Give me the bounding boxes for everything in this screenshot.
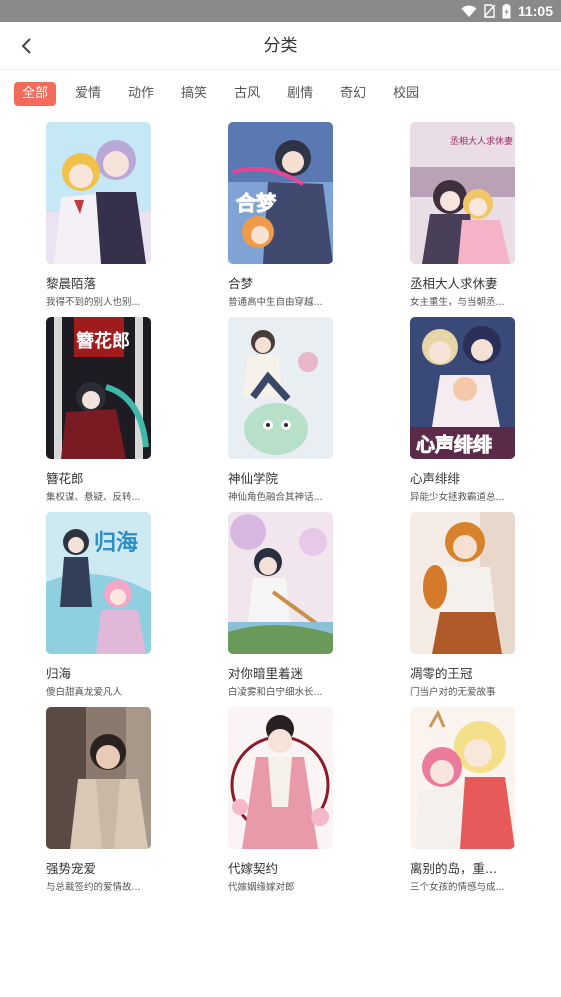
comic-title: 对你暗里着迷	[228, 666, 304, 681]
cover-logo-text: 簪花郎	[76, 330, 130, 352]
tab-all[interactable]: 全部	[14, 82, 57, 106]
status-time: 11:05	[517, 3, 553, 19]
comic-card[interactable]: 心声绯绯 心声绯绯 异能少女拯救霸道总...	[410, 317, 560, 503]
status-bar: 11:05	[0, 0, 561, 22]
tab-romance[interactable]: 爱情	[67, 82, 109, 106]
comic-card[interactable]: 凋零的王冠 门当户对的无爱故事	[410, 512, 560, 698]
tab-campus[interactable]: 校园	[385, 82, 427, 106]
cover-logo-text: 丞相大人求休妻	[450, 135, 513, 147]
comic-card[interactable]: 归海 归海 傻白甜真龙爱凡人	[46, 512, 196, 698]
comic-desc: 异能少女拯救霸道总...	[410, 492, 505, 503]
comic-cover	[410, 512, 515, 654]
tab-action[interactable]: 动作	[120, 82, 162, 106]
comic-cover	[228, 512, 333, 654]
comic-card[interactable]: 合梦 合梦 普通高中生自由穿越...	[228, 122, 378, 308]
tab-ancient[interactable]: 古风	[226, 82, 268, 106]
comic-cover	[46, 122, 151, 264]
comic-cover: 丞相大人求休妻	[410, 122, 515, 264]
tab-fantasy[interactable]: 奇幻	[332, 82, 374, 106]
comic-title: 神仙学院	[228, 471, 279, 486]
comic-card[interactable]: 簪花郎 簪花郎 集权谋、悬疑、反转...	[46, 317, 196, 503]
comic-title: 离别的岛，重...	[410, 861, 497, 876]
comic-title: 强势宠爱	[46, 861, 97, 876]
comic-cover	[46, 707, 151, 849]
comic-title: 合梦	[228, 276, 254, 291]
comic-card[interactable]: 对你暗里着迷 白凌雾和白宁细水长...	[228, 512, 378, 698]
tab-comedy[interactable]: 搞笑	[173, 82, 215, 106]
comic-card[interactable]: 离别的岛，重... 三个女孩的情感与成...	[410, 707, 560, 893]
cover-logo-text: 合梦	[236, 191, 277, 215]
comic-title: 心声绯绯	[410, 471, 461, 486]
comic-cover: 合梦	[228, 122, 333, 264]
comic-desc: 神仙角色融合其神话...	[228, 492, 323, 503]
comic-title: 丞相大人求休妻	[410, 276, 498, 291]
comic-title: 簪花郎	[46, 471, 84, 486]
cover-logo-text: 心声绯绯	[416, 433, 492, 456]
comic-desc: 白凌雾和白宁细水长...	[228, 687, 323, 698]
category-tabs: 全部 爱情 动作 搞笑 古风 剧情 奇幻 校园	[14, 82, 438, 106]
comic-desc: 集权谋、悬疑、反转...	[46, 492, 141, 503]
cover-logo-text: 归海	[94, 530, 138, 556]
comic-cover	[228, 707, 333, 849]
comic-desc: 门当户对的无爱故事	[410, 687, 496, 698]
comic-card[interactable]: 强势宠爱 与总裁签约的爱情故...	[46, 707, 196, 893]
comic-desc: 我得不到的别人也别...	[46, 297, 141, 308]
comic-title: 归海	[46, 666, 72, 681]
comic-desc: 傻白甜真龙爱凡人	[46, 687, 123, 698]
comic-desc: 三个女孩的情感与成...	[410, 882, 505, 893]
no-sim-icon	[483, 4, 495, 18]
comic-cover: 簪花郎	[46, 317, 151, 459]
comic-title: 凋零的王冠	[410, 666, 473, 681]
status-icons: 11:05	[461, 2, 553, 20]
battery-icon	[502, 3, 511, 18]
comic-card[interactable]: 代嫁契约 代嫁姻缘嫁对郎	[228, 707, 378, 893]
comic-desc: 与总裁签约的爱情故...	[46, 882, 141, 893]
comic-title: 黎晨陌落	[46, 276, 97, 291]
wifi-icon	[461, 5, 477, 17]
comic-cover	[228, 317, 333, 459]
comic-card[interactable]: 神仙学院 神仙角色融合其神话...	[228, 317, 378, 503]
comic-desc: 女主重生，与当朝丞...	[410, 297, 505, 308]
comic-card[interactable]: 丞相大人求休妻 丞相大人求休妻 女主重生，与当朝丞...	[410, 122, 560, 308]
page-title: 分类	[263, 36, 298, 56]
comic-cover: 归海	[46, 512, 151, 654]
comic-desc: 代嫁姻缘嫁对郎	[228, 882, 295, 893]
comic-cover: 心声绯绯	[410, 317, 515, 459]
tab-drama[interactable]: 剧情	[279, 82, 321, 106]
nav-bar: 分类	[0, 22, 561, 70]
comic-desc: 普通高中生自由穿越...	[228, 297, 323, 308]
comic-cover	[410, 707, 515, 849]
comic-card[interactable]: 黎晨陌落 我得不到的别人也别...	[46, 122, 196, 308]
comic-title: 代嫁契约	[228, 861, 279, 876]
